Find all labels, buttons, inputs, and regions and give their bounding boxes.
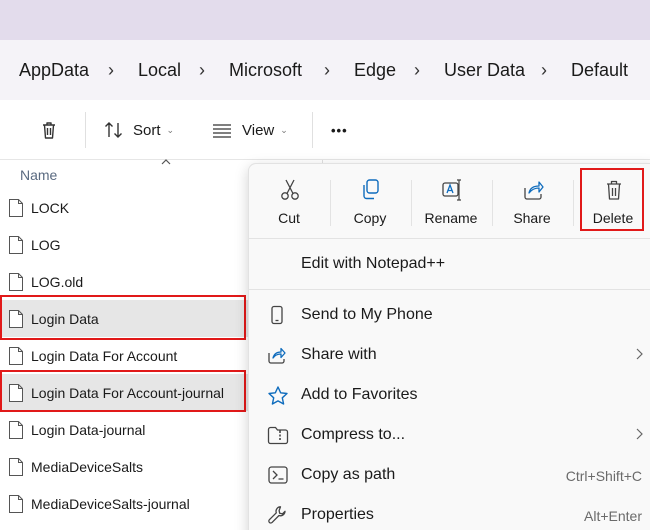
menu-item-label: Add to Favorites: [301, 386, 418, 403]
scissors-icon: [281, 179, 299, 200]
share-with-icon: [268, 347, 286, 364]
menu-item-label: Send to My Phone: [301, 306, 433, 323]
wrench-icon: [268, 506, 286, 524]
file-row[interactable]: LOCK: [0, 189, 248, 226]
file-name: Login Data-journal: [31, 421, 146, 438]
star-icon: [268, 386, 288, 405]
file-icon: [9, 198, 23, 217]
chevron-down-icon: ⌄: [280, 124, 288, 135]
phone-icon: [271, 305, 283, 325]
file-icon: [9, 494, 23, 513]
rename-icon: [442, 179, 461, 201]
file-name: LOCK: [31, 199, 70, 216]
trash-icon: [43, 122, 55, 139]
file-name: LOG: [31, 236, 61, 253]
chevron-down-icon: ⌄: [166, 124, 175, 135]
shortcut-text: Alt+Enter: [584, 508, 642, 524]
file-row[interactable]: LOG: [0, 226, 248, 263]
file-icon: [9, 457, 23, 476]
file-icon: [9, 420, 23, 439]
file-name: LOG.old: [31, 273, 84, 290]
breadcrumb-chevron-icon[interactable]: ›: [324, 60, 330, 81]
menu-divider: [249, 289, 650, 290]
file-icon: [9, 235, 23, 254]
sort-button[interactable]: Sort ⌄: [103, 100, 174, 160]
rename-button[interactable]: Rename: [412, 170, 490, 232]
chevron-right-icon: [636, 428, 643, 440]
breadcrumb-item-edge[interactable]: Edge: [354, 60, 396, 81]
copy-button[interactable]: Copy: [331, 170, 409, 232]
copy-icon: [363, 179, 379, 200]
column-header-name[interactable]: Name: [20, 167, 57, 183]
shortcut-text: Ctrl+Shift+C: [565, 468, 642, 484]
menu-item-compress-to[interactable]: Compress to...: [249, 415, 650, 455]
file-row[interactable]: MediaDeviceSalts: [0, 448, 248, 485]
file-name: Login Data For Account: [31, 347, 178, 364]
more-options-button[interactable]: •••: [331, 100, 348, 160]
cut-button[interactable]: Cut: [250, 170, 328, 232]
highlight-box: [0, 295, 246, 340]
menu-item-label: Properties: [301, 506, 374, 523]
breadcrumb-chevron-icon[interactable]: ›: [541, 60, 547, 81]
file-row[interactable]: Login Data-journal: [0, 411, 248, 448]
rename-label: Rename: [424, 210, 478, 226]
share-label: Share: [513, 210, 551, 226]
breadcrumb-item-default[interactable]: Default: [571, 60, 628, 81]
breadcrumb-item-local[interactable]: Local: [138, 60, 181, 81]
menu-item-edit-with-notepad[interactable]: Edit with Notepad++: [249, 244, 650, 284]
breadcrumb-item-microsoft[interactable]: Microsoft: [229, 60, 302, 81]
sort-ascending-icon: [161, 159, 171, 165]
file-row[interactable]: Login Data For Account: [0, 337, 248, 374]
breadcrumb-item-appdata[interactable]: AppData: [19, 60, 89, 81]
command-bar: [0, 100, 650, 160]
breadcrumb-item-user-data[interactable]: User Data: [444, 60, 525, 81]
copy-path-icon: [268, 466, 288, 484]
file-icon: [9, 346, 23, 365]
highlight-box: [0, 370, 246, 412]
file-icon: [9, 272, 23, 291]
sort-label: Sort: [133, 121, 161, 139]
share-icon: [524, 181, 544, 200]
title-bar: [0, 0, 650, 40]
view-button[interactable]: View ⌄: [211, 100, 288, 160]
breadcrumb-chevron-icon[interactable]: ›: [108, 60, 114, 81]
zip-folder-icon: [267, 426, 289, 445]
delete-highlight-box: [580, 168, 644, 231]
menu-item-label: Edit with Notepad++: [301, 255, 446, 272]
chevron-right-icon: [636, 348, 643, 360]
cut-label: Cut: [278, 210, 300, 226]
breadcrumb-chevron-icon[interactable]: ›: [199, 60, 205, 81]
menu-item-send-to-phone[interactable]: Send to My Phone: [249, 295, 650, 335]
menu-item-properties[interactable]: Properties Alt+Enter: [249, 495, 650, 530]
view-label: View: [242, 121, 275, 139]
file-name: MediaDeviceSalts-journal: [31, 495, 190, 512]
menu-item-label: Compress to...: [301, 426, 406, 443]
menu-item-copy-as-path[interactable]: Copy as path Ctrl+Shift+C: [249, 455, 650, 495]
breadcrumb-chevron-icon[interactable]: ›: [414, 60, 420, 81]
sort-icon: [105, 122, 122, 138]
delete-toolbar-button[interactable]: [38, 100, 60, 160]
share-button[interactable]: Share: [493, 170, 571, 232]
menu-item-label: Copy as path: [301, 466, 396, 483]
menu-divider: [249, 238, 650, 239]
menu-item-share-with[interactable]: Share with: [249, 335, 650, 375]
file-name: MediaDeviceSalts: [31, 458, 144, 475]
menu-item-add-to-favorites[interactable]: Add to Favorites: [249, 375, 650, 415]
file-row[interactable]: MediaDeviceSalts-journal: [0, 485, 248, 522]
menu-item-label: Share with: [301, 346, 377, 363]
view-list-icon: [213, 124, 231, 138]
copy-label: Copy: [353, 210, 387, 226]
